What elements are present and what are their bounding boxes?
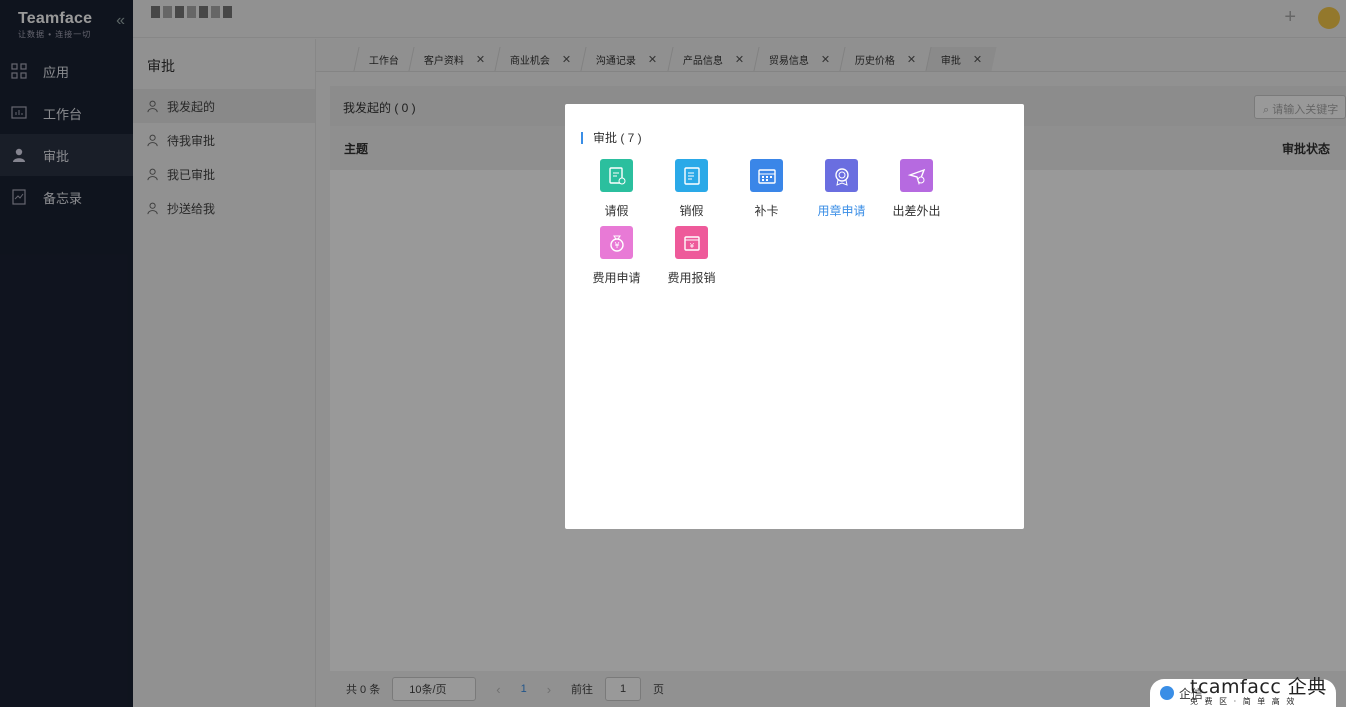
leave-icon (600, 159, 633, 192)
approval-type-business-trip[interactable]: 出差外出 (879, 159, 954, 226)
reimburse-icon: ¥ (675, 226, 708, 259)
tile-label: 补卡 (754, 204, 779, 218)
tile-label: 请假 (604, 204, 629, 218)
approval-type-cancel-leave[interactable]: 销假 (654, 159, 729, 226)
approval-type-seal[interactable]: 用章申请 (804, 159, 879, 226)
tile-label: 用章申请 (817, 204, 866, 218)
approval-type-modal: 审批 ( 7 ) 请假 销假 补卡 用章申请 出差外出 ¥ 费用申请 ¥ 费用报… (565, 104, 1024, 529)
svg-text:¥: ¥ (689, 242, 694, 250)
tile-label: 费用申请 (592, 271, 641, 285)
tile-label: 销假 (679, 204, 704, 218)
plane-icon (900, 159, 933, 192)
approval-type-grid: 请假 销假 补卡 用章申请 出差外出 ¥ 费用申请 ¥ 费用报销 (579, 159, 959, 293)
watermark-small: 免 费 区 · 简 单 高 效 (1190, 697, 1297, 706)
watermark: tcamfacc 企典 免 费 区 · 简 单 高 效 (1190, 677, 1340, 707)
tile-label: 费用报销 (667, 271, 716, 285)
tile-label: 出差外出 (892, 204, 941, 218)
money-bag-icon: ¥ (600, 226, 633, 259)
approval-type-expense-request[interactable]: ¥ 费用申请 (579, 226, 654, 293)
chat-icon (1160, 686, 1174, 700)
cancel-leave-icon (675, 159, 708, 192)
approval-type-leave[interactable]: 请假 (579, 159, 654, 226)
watermark-big: tcamfacc 企典 (1190, 676, 1327, 698)
seal-icon (825, 159, 858, 192)
modal-title: 审批 ( 7 ) (581, 132, 642, 144)
approval-type-reimbursement[interactable]: ¥ 费用报销 (654, 226, 729, 293)
svg-text:¥: ¥ (614, 241, 619, 250)
calendar-icon (750, 159, 783, 192)
approval-type-clock-in[interactable]: 补卡 (729, 159, 804, 226)
